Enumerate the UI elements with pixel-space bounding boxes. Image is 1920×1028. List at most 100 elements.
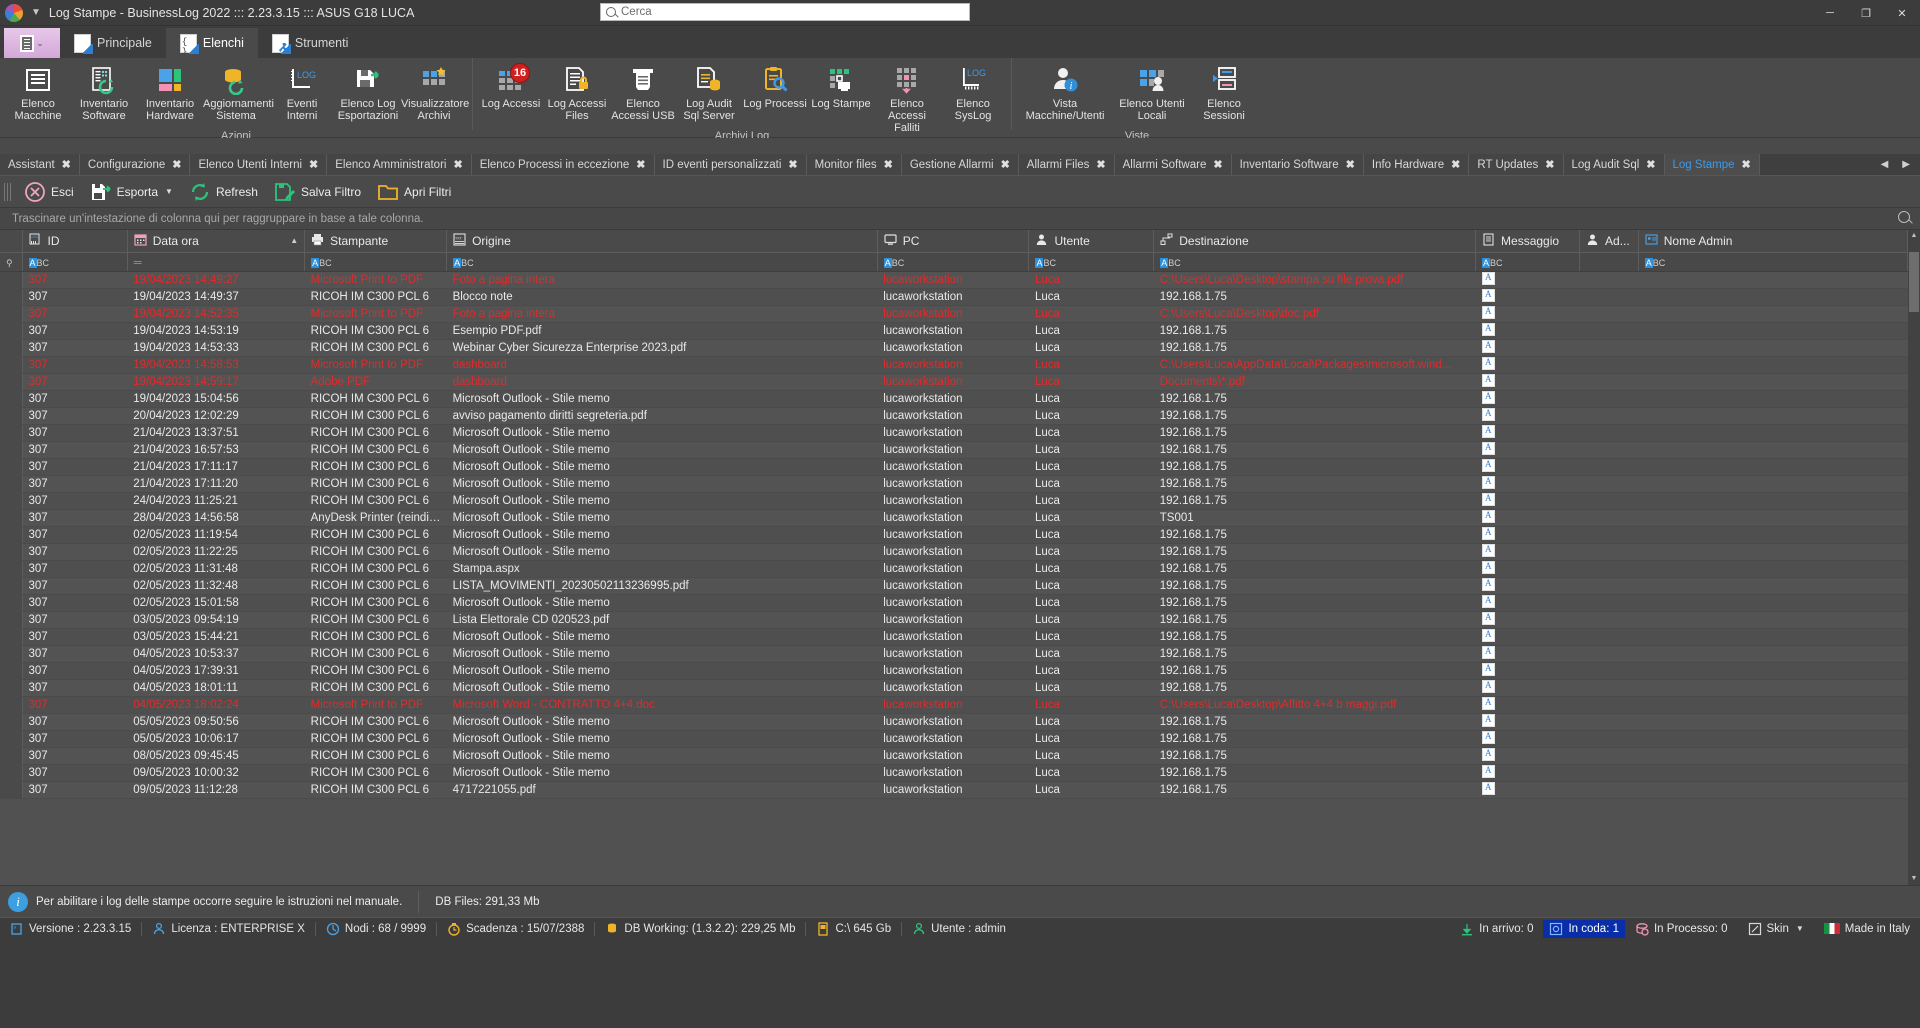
table-row[interactable]: 307 05/05/2023 10:06:17 RICOH IM C300 PCL … xyxy=(0,730,1908,748)
apri-filtri-button[interactable]: Apri Filtri xyxy=(370,178,458,206)
ribbon-button-log-audit-sql-server[interactable]: Log Audit Sql Server xyxy=(676,61,742,129)
table-row[interactable]: 307 09/05/2023 11:12:28 RICOH IM C300 PCL … xyxy=(0,781,1908,799)
tab-next-icon[interactable]: ▶ xyxy=(1902,159,1910,170)
ribbon-button-elenco-utenti-locali[interactable]: Elenco Utenti Locali xyxy=(1113,61,1191,129)
grid-filter-cell[interactable] xyxy=(1579,252,1639,272)
document-tab-assistant[interactable]: Assistant ✖ xyxy=(0,154,80,175)
table-row[interactable]: 307 21/04/2023 17:11:20 RICOH IM C300 PCL … xyxy=(0,475,1908,493)
document-tab-configurazione[interactable]: Configurazione ✖ xyxy=(79,154,191,175)
document-tab-id-eventi-personalizzati[interactable]: ID eventi personalizzati ✖ xyxy=(654,154,807,175)
table-row[interactable]: 307 02/05/2023 11:22:25 RICOH IM C300 PCL … xyxy=(0,543,1908,561)
document-icon[interactable] xyxy=(1481,271,1495,285)
document-icon[interactable] xyxy=(1481,577,1495,591)
ribbon-button-vista-macchine-utenti[interactable]: i Vista Macchine/Utenti xyxy=(1017,61,1113,129)
ribbon-button-log-accessi-files[interactable]: Log Accessi Files xyxy=(544,61,610,129)
cell-messaggio[interactable] xyxy=(1475,390,1580,408)
ribbon-button-inventario-software[interactable]: Inventario Software xyxy=(71,61,137,129)
table-row[interactable]: 307 20/04/2023 12:02:29 RICOH IM C300 PCL … xyxy=(0,407,1908,425)
cell-messaggio[interactable] xyxy=(1475,339,1580,357)
grid-filter-cell[interactable]: A BC xyxy=(304,252,448,272)
cell-messaggio[interactable] xyxy=(1475,407,1580,425)
cell-messaggio[interactable] xyxy=(1475,322,1580,340)
table-row[interactable]: 307 21/04/2023 17:11:17 RICOH IM C300 PCL … xyxy=(0,458,1908,476)
document-icon[interactable] xyxy=(1481,492,1495,506)
table-row[interactable]: 307 09/05/2023 10:00:32 RICOH IM C300 PCL … xyxy=(0,764,1908,782)
maximize-button[interactable]: ❐ xyxy=(1848,0,1884,26)
cell-messaggio[interactable] xyxy=(1475,645,1580,663)
grid-column-id[interactable]: LOG ID xyxy=(22,230,128,253)
ribbon-tab-principale[interactable]: Principale xyxy=(60,28,166,58)
table-row[interactable]: 307 05/05/2023 09:50:56 RICOH IM C300 PCL … xyxy=(0,713,1908,731)
close-icon[interactable]: ✖ xyxy=(1213,158,1222,171)
document-tab-log-stampe[interactable]: Log Stampe ✖ xyxy=(1664,154,1760,175)
cell-messaggio[interactable] xyxy=(1475,628,1580,646)
quick-access-caret-icon[interactable]: ▼ xyxy=(31,7,41,18)
scroll-down-arrow-icon[interactable]: ▼ xyxy=(1908,873,1920,885)
document-icon[interactable] xyxy=(1481,305,1495,319)
close-icon[interactable]: ✖ xyxy=(1451,158,1460,171)
document-icon[interactable] xyxy=(1481,560,1495,574)
cell-messaggio[interactable] xyxy=(1475,543,1580,561)
table-row[interactable]: 307 19/04/2023 14:53:33 RICOH IM C300 PCL … xyxy=(0,339,1908,357)
document-icon[interactable] xyxy=(1481,628,1495,642)
cell-messaggio[interactable] xyxy=(1475,509,1580,527)
document-icon[interactable] xyxy=(1481,764,1495,778)
cell-messaggio[interactable] xyxy=(1475,492,1580,510)
document-tab-elenco-processi-in-eccezione[interactable]: Elenco Processi in eccezione ✖ xyxy=(471,154,655,175)
grid-filter-row[interactable]: ⚲ A BC ═ A BC A BC A BC A BC A BC A BC A BC xyxy=(0,252,1909,272)
chevron-down-icon[interactable]: ▼ xyxy=(165,187,173,196)
close-icon[interactable]: ✖ xyxy=(1545,158,1554,171)
close-icon[interactable]: ✖ xyxy=(636,158,645,171)
cell-messaggio[interactable] xyxy=(1475,594,1580,612)
ribbon-button-eventi-interni[interactable]: LOG Eventi Interni xyxy=(269,61,335,129)
close-icon[interactable]: ✖ xyxy=(788,158,797,171)
skin-selector[interactable]: Skin ▼ xyxy=(1738,918,1814,940)
cell-messaggio[interactable] xyxy=(1475,679,1580,697)
document-tab-rt-updates[interactable]: RT Updates ✖ xyxy=(1469,154,1564,175)
ribbon-button-elenco-accessi-falliti[interactable]: Elenco Accessi Falliti xyxy=(874,61,940,134)
table-row[interactable]: 307 21/04/2023 16:57:53 RICOH IM C300 PCL … xyxy=(0,441,1908,459)
table-row[interactable]: 307 02/05/2023 11:31:48 RICOH IM C300 PCL … xyxy=(0,560,1908,578)
table-row[interactable]: 307 02/05/2023 15:01:58 RICOH IM C300 PCL … xyxy=(0,594,1908,612)
close-icon[interactable]: ✖ xyxy=(453,158,462,171)
status-queued[interactable]: In coda: 1 xyxy=(1543,919,1625,938)
grid-filter-cell[interactable]: A BC xyxy=(446,252,878,272)
document-icon[interactable] xyxy=(1481,696,1495,710)
grid-filter-cell[interactable]: A BC xyxy=(1475,252,1581,272)
close-icon[interactable]: ✖ xyxy=(1096,158,1105,171)
close-icon[interactable]: ✖ xyxy=(1742,158,1751,171)
table-row[interactable]: 307 19/04/2023 14:49:37 RICOH IM C300 PCL … xyxy=(0,288,1908,306)
esci-button[interactable]: Esci xyxy=(17,178,81,206)
grid-column-nome-admin[interactable]: Nome Admin xyxy=(1638,230,1909,253)
document-icon[interactable] xyxy=(1481,747,1495,761)
table-row[interactable]: 307 19/04/2023 14:58:53 Microsoft Print to… xyxy=(0,356,1908,374)
salva-filtro-button[interactable]: Salva Filtro xyxy=(267,178,368,206)
cell-messaggio[interactable] xyxy=(1475,475,1580,493)
table-row[interactable]: 307 03/05/2023 09:54:19 RICOH IM C300 PCL … xyxy=(0,611,1908,629)
close-icon[interactable]: ✖ xyxy=(1001,158,1010,171)
toolbar-grip[interactable] xyxy=(4,182,11,201)
grid-filter-cell[interactable]: ═ xyxy=(127,252,306,272)
document-tab-elenco-utenti-interni[interactable]: Elenco Utenti Interni ✖ xyxy=(190,154,328,175)
table-row[interactable]: 307 19/04/2023 15:04:56 RICOH IM C300 PCL … xyxy=(0,390,1908,408)
document-icon[interactable] xyxy=(1481,288,1495,302)
table-row[interactable]: 307 04/05/2023 18:01:11 RICOH IM C300 PCL … xyxy=(0,679,1908,697)
close-button[interactable]: ✕ xyxy=(1884,0,1920,26)
document-icon[interactable] xyxy=(1481,322,1495,336)
ribbon-tab-strumenti[interactable]: Strumenti xyxy=(258,28,363,58)
grid-column-destinazione[interactable]: Destinazione xyxy=(1153,230,1477,253)
cell-messaggio[interactable] xyxy=(1475,373,1580,391)
cell-messaggio[interactable] xyxy=(1475,271,1580,289)
search-input[interactable]: Cerca xyxy=(600,3,970,21)
ribbon-button-elenco-syslog[interactable]: LOG Elenco SysLog xyxy=(940,61,1006,129)
grid-column-origine[interactable]: TXT Origine xyxy=(446,230,878,253)
cell-messaggio[interactable] xyxy=(1475,764,1580,782)
document-icon[interactable] xyxy=(1481,594,1495,608)
close-icon[interactable]: ✖ xyxy=(1646,158,1655,171)
document-tab-allarmi-software[interactable]: Allarmi Software ✖ xyxy=(1114,154,1232,175)
tab-prev-icon[interactable]: ◀ xyxy=(1881,159,1889,170)
application-menu-button[interactable]: ⌄ xyxy=(4,28,60,58)
grid-filter-cell[interactable]: A BC xyxy=(1153,252,1477,272)
ribbon-button-inventario-hardware[interactable]: Inventario Hardware xyxy=(137,61,203,129)
document-icon[interactable] xyxy=(1481,475,1495,489)
